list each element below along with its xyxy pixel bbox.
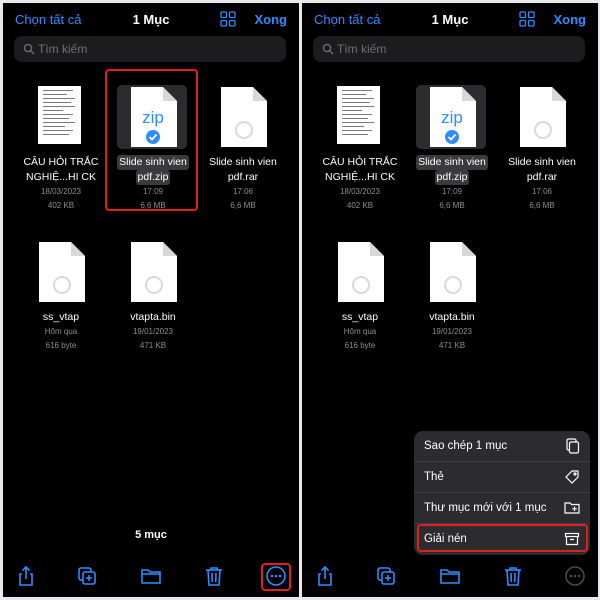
- search-input[interactable]: Tìm kiếm: [14, 36, 286, 62]
- share-icon[interactable]: [15, 565, 37, 587]
- document-thumbnail-icon: [337, 86, 380, 144]
- file-name-line-1: Slide sinh vien: [416, 155, 488, 170]
- file-name-line-1: Slide sinh vien: [209, 156, 277, 168]
- document-thumbnail-icon: [38, 86, 81, 144]
- trash-icon[interactable]: [203, 565, 225, 587]
- file-date: Hôm qua: [44, 327, 78, 336]
- file-item-slide-zip[interactable]: zip Slide sinh vien pdf.zip 17:09 6,6 MB: [406, 85, 498, 213]
- file-name-line-1: CÂU HỎI TRẮC: [23, 156, 99, 168]
- generic-file-icon: [39, 242, 85, 302]
- file-size: 616 byte: [45, 341, 77, 350]
- file-name: ss_vtap: [42, 311, 80, 323]
- menu-item-label: Thư mục mới với 1 mục: [424, 502, 547, 514]
- trash-icon[interactable]: [502, 565, 524, 587]
- file-name-line-2: pdf.rar: [227, 171, 259, 183]
- file-date: 19/01/2023: [132, 327, 174, 336]
- file-item-cau-hoi[interactable]: CÂU HỎI TRẮC NGHIỆ...HI CK 18/03/2023 402…: [314, 85, 406, 213]
- menu-item-new-folder[interactable]: Thư mục mới với 1 mục: [414, 493, 590, 524]
- generic-file-icon: [520, 87, 566, 147]
- generic-file-icon: [221, 87, 267, 147]
- file-size: 402 KB: [47, 201, 75, 210]
- file-size: 471 KB: [139, 341, 167, 350]
- file-name: vtapta.bin: [429, 311, 475, 323]
- file-date: 17:06: [531, 187, 553, 196]
- file-name-line-2: pdf.rar: [526, 171, 558, 183]
- file-date: 18/03/2023: [339, 187, 381, 196]
- file-name: vtapta.bin: [130, 311, 176, 323]
- file-item-ss-vtap[interactable]: ss_vtap Hôm qua 616 byte: [15, 240, 107, 353]
- grid-view-icon[interactable]: [220, 11, 236, 27]
- search-icon: [322, 43, 334, 55]
- menu-item-label: Sao chép 1 mục: [424, 440, 508, 452]
- done-button[interactable]: Xong: [554, 12, 587, 27]
- navigation-bar: Chọn tất cả 1 Mục Xong: [3, 3, 299, 37]
- more-icon[interactable]: [564, 565, 586, 587]
- file-name-line-2: NGHIỆ...HI CK: [324, 171, 395, 183]
- file-name-line-1: Slide sinh vien: [508, 156, 576, 168]
- file-name: ss_vtap: [341, 311, 379, 323]
- selection-highlight-box: [105, 69, 198, 211]
- file-item-slide-rar[interactable]: Slide sinh vien pdf.rar 17:06 6,6 MB: [496, 85, 588, 213]
- duplicate-icon[interactable]: [375, 565, 397, 587]
- file-item-slide-rar[interactable]: Slide sinh vien pdf.rar 17:06 6,6 MB: [197, 85, 289, 213]
- bottom-toolbar: [302, 565, 598, 589]
- generic-file-icon: [338, 242, 384, 302]
- done-button[interactable]: Xong: [255, 12, 288, 27]
- menu-item-tag[interactable]: Thẻ: [414, 462, 590, 493]
- file-name-line-1: CÂU HỎI TRẮC: [322, 156, 398, 168]
- search-input[interactable]: Tìm kiếm: [313, 36, 585, 62]
- folder-icon[interactable]: [439, 565, 461, 587]
- share-icon[interactable]: [314, 565, 336, 587]
- menu-item-copy[interactable]: Sao chép 1 mục: [414, 431, 590, 462]
- file-size: 616 byte: [344, 341, 376, 350]
- search-icon: [23, 43, 35, 55]
- folder-icon[interactable]: [140, 565, 162, 587]
- generic-file-icon: [430, 242, 476, 302]
- file-name-line-2: pdf.zip: [434, 170, 470, 185]
- file-size: 6,6 MB: [439, 201, 465, 210]
- item-count: 5 mục: [135, 529, 167, 541]
- files-screen-after: Chọn tất cả 1 Mục Xong Tìm kiếm CÂU HỎI …: [302, 3, 598, 597]
- file-date: 19/01/2023: [431, 327, 473, 336]
- file-item-vtapta[interactable]: vtapta.bin 19/01/2023 471 KB: [406, 240, 498, 353]
- file-name-line-2: NGHIỆ...HI CK: [25, 171, 96, 183]
- file-size: 6,6 MB: [230, 201, 256, 210]
- search-placeholder: Tìm kiếm: [38, 42, 88, 56]
- grid-view-icon[interactable]: [519, 11, 535, 27]
- extract-highlight-box: [417, 524, 588, 552]
- duplicate-icon[interactable]: [76, 565, 98, 587]
- file-size: 471 KB: [438, 341, 466, 350]
- menu-item-label: Thẻ: [424, 471, 444, 483]
- search-placeholder: Tìm kiếm: [337, 42, 387, 56]
- generic-file-icon: [131, 242, 177, 302]
- file-date: Hôm qua: [343, 327, 377, 336]
- file-item-vtapta[interactable]: vtapta.bin 19/01/2023 471 KB: [107, 240, 199, 353]
- zip-file-icon: zip: [430, 87, 476, 147]
- folder-add-icon: [564, 502, 580, 514]
- more-button-highlight-box: [261, 563, 291, 591]
- file-item-cau-hoi[interactable]: CÂU HỎI TRẮC NGHIỆ...HI CK 18/03/2023 402…: [15, 85, 107, 213]
- bottom-toolbar: [3, 565, 299, 589]
- file-item-ss-vtap[interactable]: ss_vtap Hôm qua 616 byte: [314, 240, 406, 353]
- navigation-bar: Chọn tất cả 1 Mục Xong: [302, 3, 598, 37]
- tag-icon: [565, 470, 579, 484]
- copy-icon: [566, 438, 580, 454]
- zip-label: zip: [441, 108, 463, 127]
- file-date: 18/03/2023: [40, 187, 82, 196]
- file-size: 402 KB: [346, 201, 374, 210]
- files-screen-before: Chọn tất cả 1 Mục Xong Tìm kiếm CÂU HỎI …: [3, 3, 299, 597]
- file-date: 17:09: [441, 187, 463, 196]
- file-date: 17:06: [232, 187, 254, 196]
- file-size: 6,6 MB: [529, 201, 555, 210]
